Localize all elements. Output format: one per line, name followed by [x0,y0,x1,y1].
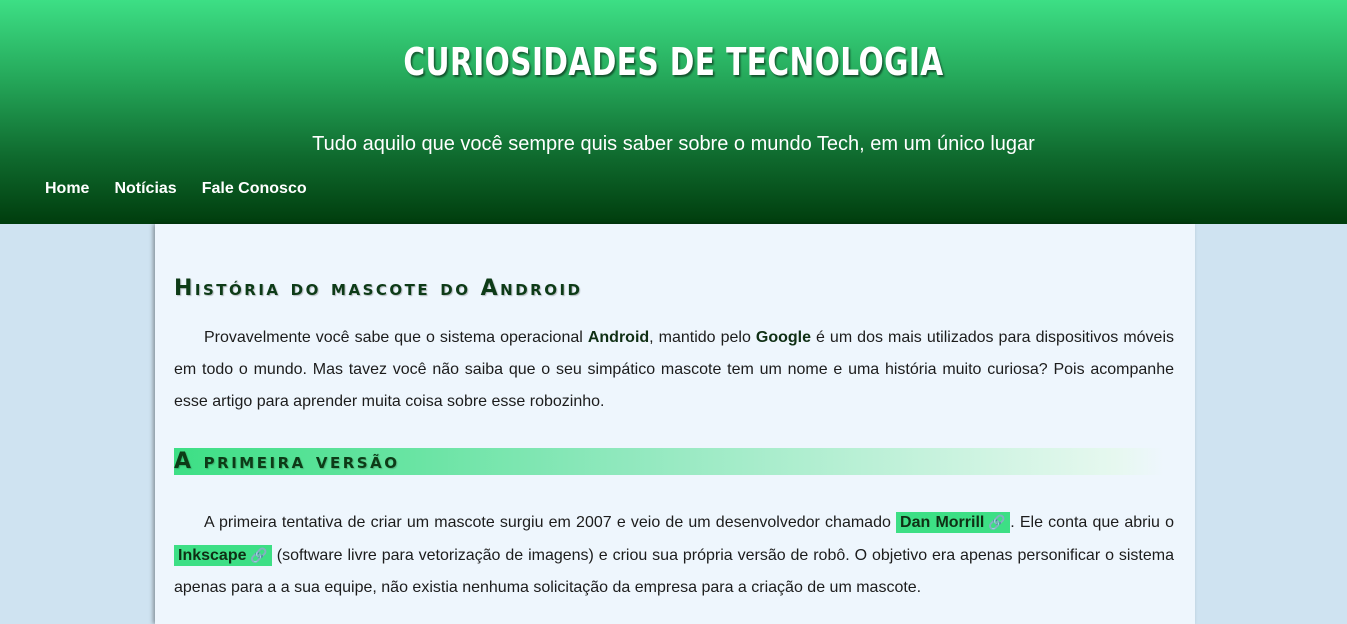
intro-text-1: Provavelmente você sabe que o sistema op… [204,329,588,346]
main-nav: Home Notícias Fale Conosco [45,180,332,198]
android-bold: Android [587,329,650,346]
dan-morrill-link[interactable]: Dan Morrill 🔗 [896,512,1011,533]
nav-fale-conosco[interactable]: Fale Conosco [202,180,307,198]
site-subtitle: Tudo aquilo que você sempre quis saber s… [312,133,1035,155]
nav-noticias[interactable]: Notícias [114,180,176,198]
section-title-primeira-versao: A primeira versão [174,448,1164,475]
section1-text-1: A primeira tentativa de criar um mascote… [204,514,897,531]
link-icon: 🔗 [987,514,1007,530]
article-title: História do mascote do Android [174,276,583,301]
site-title: CURIOSIDADES DE TECNOLOGIA [403,40,944,84]
link-icon: 🔗 [249,547,268,563]
intro-paragraph: Provavelmente você sabe que o sistema op… [174,322,1174,418]
inkscape-link[interactable]: Inkscape 🔗 [174,545,272,566]
nav-home[interactable]: Home [45,180,89,198]
article-container: História do mascote do Android Provavelm… [155,224,1195,624]
section1-paragraph: A primeira tentativa de criar um mascote… [174,506,1174,604]
dan-morrill-label: Dan Morrill [900,514,985,531]
inkscape-label: Inkscape [178,547,247,564]
intro-text-2: , mantido pelo [649,329,756,346]
site-header: CURIOSIDADES DE TECNOLOGIA Tudo aquilo q… [0,0,1347,224]
section1-text-3: (software livre para vetorização de imag… [174,547,1174,596]
section1-text-2: . Ele conta que abriu o [1010,514,1175,531]
google-bold: Google [755,329,811,346]
